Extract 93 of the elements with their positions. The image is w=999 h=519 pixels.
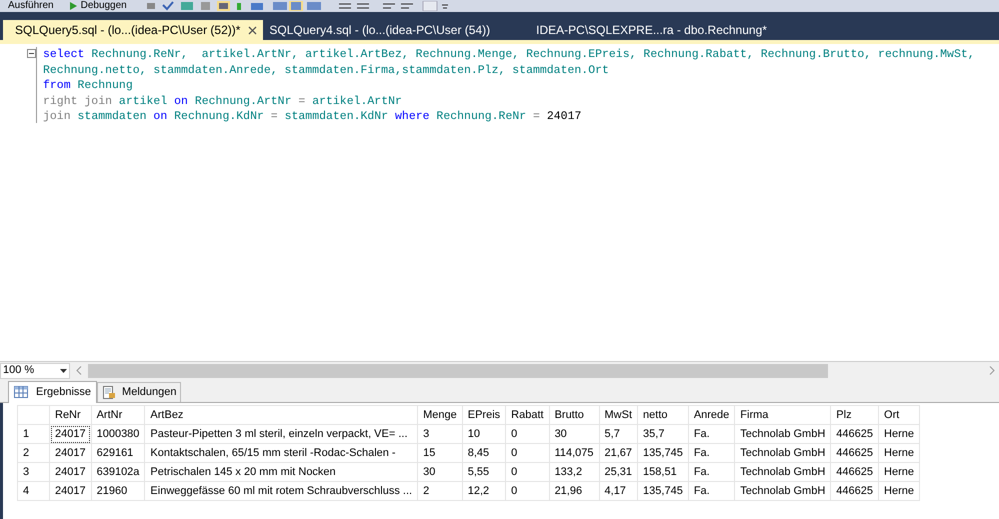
editor-tab[interactable]: SQLQuery5.sql - (lo...(idea-PC\User (52))* (3, 20, 264, 40)
table-cell[interactable]: 12,2 (462, 482, 506, 500)
table-cell[interactable]: 2 (418, 482, 462, 500)
table-cell[interactable]: Technolab GmbH (734, 424, 831, 444)
table-cell[interactable]: 133,2 (549, 462, 600, 482)
table-cell[interactable]: 0 (506, 482, 550, 500)
table-cell[interactable]: Technolab GmbH (734, 444, 831, 462)
table-cell[interactable]: 158,51 (638, 462, 688, 482)
grid-icon (14, 386, 28, 399)
table-cell[interactable]: 135,745 (638, 444, 688, 462)
table-cell[interactable]: 24017 (50, 424, 92, 444)
table-cell[interactable]: 30 (418, 462, 462, 482)
table-cell[interactable]: 0 (506, 462, 550, 482)
table-cell[interactable]: 629161 (91, 444, 145, 462)
table-cell[interactable]: 446625 (830, 482, 879, 500)
table-cell[interactable]: 21,67 (599, 444, 638, 462)
table-cell[interactable]: Fa. (688, 462, 735, 482)
close-icon[interactable] (248, 26, 258, 34)
table-cell[interactable]: Fa. (688, 482, 735, 500)
column-header[interactable]: Plz (830, 406, 879, 424)
table-cell[interactable]: 446625 (830, 444, 879, 462)
column-header[interactable]: netto (638, 406, 688, 424)
column-header[interactable]: ArtBez (144, 406, 418, 424)
table-cell[interactable]: Herne (878, 444, 920, 462)
table-cell[interactable]: 5,55 (462, 462, 506, 482)
table-cell[interactable]: Fa. (688, 444, 735, 462)
header-cell (18, 406, 50, 424)
column-header[interactable]: Menge (418, 406, 462, 424)
table-cell[interactable]: 114,075 (549, 444, 600, 462)
dropdown-icon (60, 368, 67, 372)
result-tab[interactable]: Ergebnisse (8, 381, 98, 403)
zoom-combo[interactable]: 100 % (0, 362, 70, 378)
code-line: from Rechnung (43, 78, 133, 94)
column-header[interactable]: ArtNr (91, 406, 145, 424)
table-cell[interactable]: 5,7 (599, 424, 638, 444)
column-header[interactable]: Rabatt (506, 406, 550, 424)
scrollbar-thumb[interactable] (88, 364, 828, 378)
code-line: Rechnung.netto, stammdaten.Anrede, stammdaten.Firma,stammdaten.Plz, stammdaten.Ort (43, 62, 609, 78)
table-cell[interactable]: Technolab GmbH (734, 482, 831, 500)
toolbar-button[interactable]: Debuggen (66, 0, 131, 12)
code-line: join stammdaten on Rechnung.KdNr = stammdaten.KdNr where Rechnung.ReNr = 24017 (43, 109, 582, 125)
table-cell[interactable]: 446625 (830, 462, 879, 482)
table-cell[interactable]: 21960 (91, 482, 145, 500)
zoom-value: 100 % (3, 363, 36, 378)
result-tab[interactable]: Meldungen (97, 382, 182, 402)
scroll-left-icon[interactable] (76, 366, 82, 375)
table-cell[interactable]: 15 (418, 444, 462, 462)
column-header[interactable]: EPreis (462, 406, 506, 424)
table-cell[interactable]: 135,745 (638, 482, 688, 500)
table-cell[interactable]: 0 (506, 444, 550, 462)
column-header[interactable]: MwSt (599, 406, 638, 424)
table-cell[interactable]: Herne (878, 482, 920, 500)
table-cell[interactable]: Herne (878, 424, 920, 444)
editor-tab[interactable]: IDEA-PC\SQLEXPRE...ra - dbo.Rechnung* (530, 20, 773, 40)
editor-tab[interactable]: SQLQuery4.sql - (lo...(idea-PC\User (54)) (263, 20, 496, 40)
table-cell[interactable]: Kontaktschalen, 65/15 mm steril -Rodac-Schalen - (144, 444, 418, 462)
table-cell[interactable]: 24017 (50, 462, 92, 482)
document-icon (102, 386, 116, 399)
table-cell[interactable]: 35,7 (638, 424, 688, 444)
row-number[interactable]: 4 (18, 482, 50, 500)
table-cell[interactable]: Pasteur-Pipetten 3 ml steril, einzeln verpackt, VE= ... (144, 424, 418, 444)
column-header[interactable]: Anrede (688, 406, 735, 424)
column-header[interactable]: Brutto (549, 406, 600, 424)
column-header[interactable]: ReNr (50, 406, 92, 424)
code-line: right join artikel on Rechnung.ArtNr = artikel.ArtNr (43, 94, 402, 110)
table-cell[interactable]: 639102a (91, 462, 145, 482)
play-icon (70, 2, 77, 10)
table-cell[interactable]: 21,96 (549, 482, 600, 500)
toolbar-button[interactable]: Ausführen (4, 0, 58, 12)
table-cell[interactable]: 446625 (830, 424, 879, 444)
table-cell[interactable]: 4,17 (599, 482, 638, 500)
table-cell[interactable]: Fa. (688, 424, 735, 444)
table-cell[interactable]: 10 (462, 424, 506, 444)
table-cell[interactable]: 30 (549, 424, 600, 444)
table-cell[interactable]: Technolab GmbH (734, 462, 831, 482)
table-cell[interactable]: Herne (878, 462, 920, 482)
table-cell[interactable]: 25,31 (599, 462, 638, 482)
row-number[interactable]: 3 (18, 462, 50, 482)
table-cell[interactable]: 3 (418, 424, 462, 444)
table-cell[interactable]: 24017 (50, 482, 92, 500)
column-header[interactable]: Ort (878, 406, 920, 424)
table-cell[interactable]: 24017 (50, 444, 92, 462)
table-cell[interactable]: Petrischalen 145 x 20 mm mit Nocken (144, 462, 418, 482)
table-cell[interactable]: 0 (506, 424, 550, 444)
table-cell[interactable]: Einweggefässe 60 ml mit rotem Schraubverschluss ... (144, 482, 418, 500)
row-number[interactable]: 2 (18, 444, 50, 462)
scroll-right-icon[interactable] (989, 366, 995, 375)
column-header[interactable]: Firma (734, 406, 831, 424)
code-line: select Rechnung.ReNr, artikel.ArtNr, artikel.ArtBez, Rechnung.Menge, Rechnung.EPreis, Rechnung.Rabatt, Rechnung.Brutto, rechnung.MwSt, (43, 47, 975, 63)
row-number[interactable]: 1 (18, 424, 50, 444)
table-cell[interactable]: 1000380 (91, 424, 145, 444)
collapse-icon[interactable] (27, 49, 36, 58)
table-cell[interactable]: 8,45 (462, 444, 506, 462)
